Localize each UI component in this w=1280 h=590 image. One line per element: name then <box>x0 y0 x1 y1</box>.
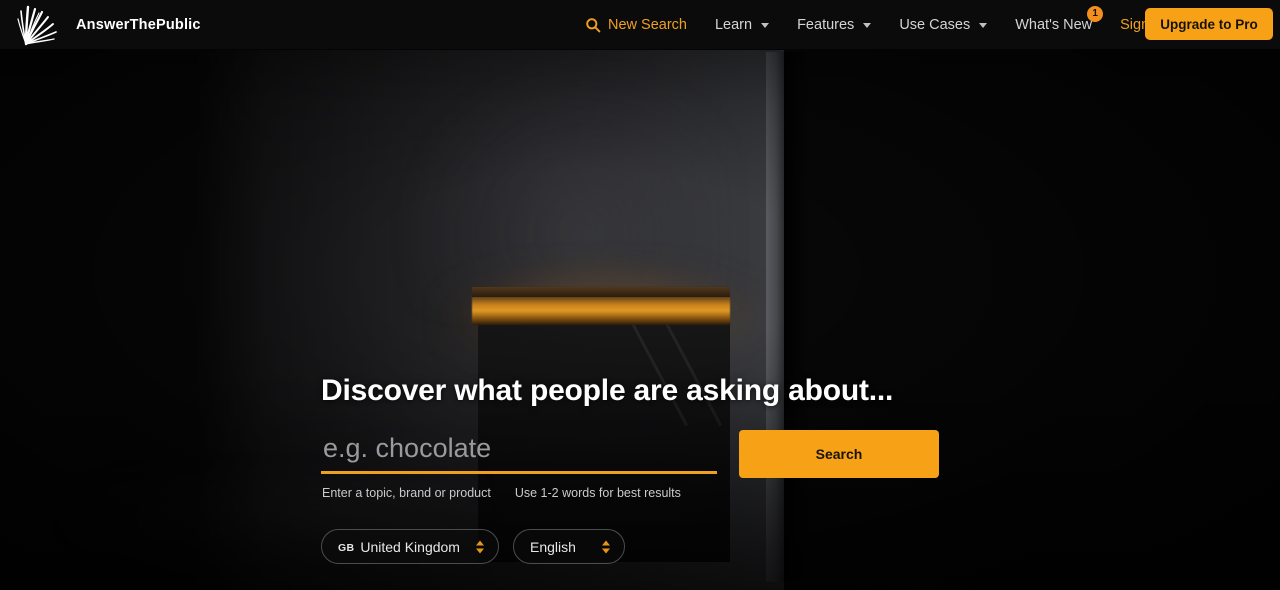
nav-item-whats-new[interactable]: What's New 1 <box>1001 0 1106 49</box>
chevron-down-icon <box>979 23 988 28</box>
search-button[interactable]: Search <box>739 430 939 478</box>
locale-selectors: GB United Kingdom English <box>321 529 625 564</box>
nav-item-label: Use Cases <box>899 16 971 33</box>
country-select-label: GB United Kingdom <box>338 539 460 555</box>
nav-item-learn[interactable]: Learn <box>701 0 783 49</box>
nav-item-new-search[interactable]: New Search <box>585 0 701 49</box>
fan-burst-logo-icon <box>17 5 57 45</box>
page-title: Discover what people are asking about... <box>321 374 894 407</box>
search-hint-topic: Enter a topic, brand or product <box>322 486 491 500</box>
up-down-stepper-icon <box>602 540 610 553</box>
search-icon <box>586 17 601 32</box>
notification-badge: 1 <box>1087 6 1104 22</box>
search-input[interactable] <box>321 430 717 474</box>
country-select-value: United Kingdom <box>360 538 460 555</box>
brand-logo-link[interactable]: AnswerThePublic <box>14 3 201 47</box>
hero-section: Discover what people are asking about...… <box>0 0 1280 590</box>
nav-item-label: Learn <box>714 16 753 33</box>
search-hint-words: Use 1-2 words for best results <box>514 486 681 500</box>
search-row: Enter a topic, brand or product Use 1-2 … <box>321 430 939 500</box>
upgrade-to-pro-button[interactable]: Upgrade to Pro <box>1145 8 1273 40</box>
search-field-wrapper: Enter a topic, brand or product Use 1-2 … <box>321 430 717 500</box>
page-root: AnswerThePublic New Search Learn Feature… <box>0 0 1280 590</box>
chevron-down-icon <box>761 23 770 28</box>
stepper-down-arrow <box>476 548 484 553</box>
main-navigation: New Search Learn Features Use Cases What… <box>585 0 1178 49</box>
language-select[interactable]: English <box>513 529 625 564</box>
nav-item-label: What's New <box>1015 16 1093 33</box>
chevron-down-icon <box>863 23 872 28</box>
stepper-down-arrow <box>602 548 610 553</box>
nav-item-label: New Search <box>608 16 687 33</box>
brand-name: AnswerThePublic <box>76 16 201 33</box>
stepper-up-arrow <box>476 540 484 545</box>
country-select[interactable]: GB United Kingdom <box>321 529 499 564</box>
country-code-flag-icon: GB <box>338 541 355 554</box>
nav-item-use-cases[interactable]: Use Cases <box>885 0 1001 49</box>
search-hints: Enter a topic, brand or product Use 1-2 … <box>321 486 717 500</box>
language-select-label: English <box>530 539 576 555</box>
top-header-bar: AnswerThePublic New Search Learn Feature… <box>0 0 1280 49</box>
up-down-stepper-icon <box>476 540 484 553</box>
language-select-value: English <box>530 538 576 555</box>
stepper-up-arrow <box>602 540 610 545</box>
nav-item-features[interactable]: Features <box>783 0 885 49</box>
nav-item-label: Features <box>797 16 855 33</box>
